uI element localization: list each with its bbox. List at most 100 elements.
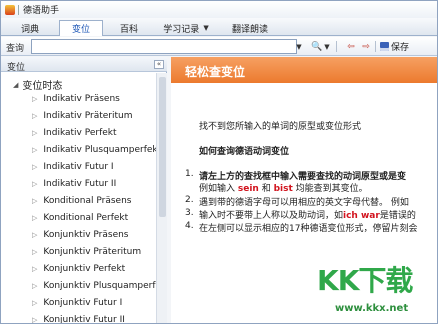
tab-conjugation[interactable]: 变位 — [59, 20, 103, 36]
chevron-down-icon: ▼ — [324, 42, 330, 51]
tree-item[interactable]: ▷ Indikativ Plusquamperfekt — [32, 145, 156, 155]
title-bar: 德语助手 — [1, 1, 437, 18]
tab-bar: 词典 变位 百科 学习记录 ▼ 翻译朗读 — [1, 18, 437, 36]
save-label: 保存 — [391, 43, 410, 53]
tab-label: 变位 — [71, 25, 90, 35]
example-word: bist — [273, 184, 293, 194]
tree-item[interactable]: ▷ Indikativ Perfekt — [32, 128, 117, 138]
tree-item-label: Indikativ Präteritum — [43, 111, 133, 121]
tree-item[interactable]: ▷ Konjunktiv Futur I — [32, 298, 122, 308]
tree-arrow-icon: ▷ — [32, 282, 38, 290]
result-content: 轻松查变位 找不到您所输入的单词的原型或变位形式 如何查询德语动词变位 1. 请… — [171, 57, 437, 323]
tree-item[interactable]: ▷ Indikativ Präteritum — [32, 111, 133, 121]
title-divider — [18, 4, 19, 15]
step-number: 2. — [185, 195, 194, 205]
step-text-suffix: 是错误的 — [379, 211, 416, 221]
search-button[interactable]: 🔍 — [311, 40, 323, 53]
tab-label: 学习记录 — [163, 24, 200, 35]
tree-root-node[interactable]: ◢ 变位时态 — [13, 77, 63, 93]
tree-root-label: 变位时态 — [22, 81, 63, 92]
tree-arrow-icon: ▷ — [32, 129, 38, 137]
floppy-disk-icon — [380, 42, 389, 51]
conjugation-tree-pane: 变位 « ◢ 变位时态 ▷ Indikativ Präsens ▷ Indikati… — [1, 57, 167, 324]
tree-item[interactable]: ▷ Konjunktiv Präteritum — [32, 247, 141, 257]
tree-item[interactable]: ▷ Konjunktiv Präsens — [32, 230, 129, 240]
back-button[interactable]: ⇦ — [345, 40, 357, 53]
tense-tree: ◢ 变位时态 ▷ Indikativ Präsens ▷ Indikativ Prä… — [1, 73, 156, 324]
tree-item-label: Konditional Perfekt — [43, 213, 129, 223]
tree-arrow-icon: ▷ — [32, 265, 38, 273]
tree-item-label: Indikativ Futur II — [43, 179, 117, 189]
chevron-down-icon: ▼ — [203, 24, 209, 32]
toolbar-divider — [375, 41, 376, 52]
example-suffix: 均能查到其变位。 — [295, 184, 368, 194]
search-dropdown-button[interactable]: ▼ — [293, 40, 305, 53]
step-text: 在左侧可以显示相应的17种德语变位形式，停留片刻会 — [199, 224, 418, 234]
tree-item[interactable]: ▷ Indikativ Präsens — [32, 94, 120, 104]
step-example: 例如输入 sein 和 bist 均能查到其变位。 — [199, 181, 368, 194]
tree-item-label: Indikativ Futur I — [43, 162, 114, 172]
tab-label: 百科 — [119, 24, 138, 35]
tree-item-label: Konjunktiv Perfekt — [43, 264, 126, 274]
save-button[interactable]: 保存 — [380, 40, 437, 53]
expand-collapse-icon[interactable]: ◢ — [13, 81, 18, 89]
chevron-down-icon: ▼ — [296, 42, 302, 51]
tree-item-label: Indikativ Präsens — [43, 94, 120, 104]
tab-learning-record[interactable]: 学习记录 ▼ — [153, 20, 219, 36]
tree-scrollbar[interactable] — [156, 73, 167, 323]
example-joiner: 和 — [261, 184, 271, 194]
collapse-pane-button[interactable]: « — [154, 60, 164, 69]
tree-item-label: Konjunktiv Plusquamperfekt — [43, 281, 156, 291]
tree-arrow-icon: ▷ — [32, 112, 38, 120]
tree-arrow-icon: ▷ — [32, 163, 38, 171]
tree-arrow-icon: ▷ — [32, 95, 38, 103]
tree-item[interactable]: ▷ Konjunktiv Perfekt — [32, 264, 125, 274]
tree-arrow-icon: ▷ — [32, 180, 38, 188]
search-input[interactable] — [31, 39, 297, 54]
tab-encyclopedia[interactable]: 百科 — [107, 20, 151, 36]
step-number: 3. — [185, 208, 194, 218]
forward-button[interactable]: ⇨ — [360, 40, 372, 53]
search-options-dropdown[interactable]: ▼ — [323, 40, 331, 53]
window-title: 德语助手 — [23, 6, 60, 16]
tree-item[interactable]: ▷ Konditional Perfekt — [32, 213, 128, 223]
step-text: 遇到带的德语字母可以用相应的英文字母代替。 例如 — [199, 198, 409, 208]
content-banner: 轻松查变位 — [171, 57, 437, 83]
search-label: 查询 — [6, 44, 25, 54]
tree-item[interactable]: ▷ Konjunktiv Plusquamperfekt — [32, 281, 156, 291]
tree-arrow-icon: ▷ — [32, 316, 38, 324]
tree-item-label: Indikativ Perfekt — [43, 128, 117, 138]
tree-item-label: Konjunktiv Präteritum — [43, 247, 142, 257]
tree-item-label: Konjunktiv Futur I — [43, 298, 123, 308]
wrong-example: ich war — [343, 211, 380, 221]
step-number: 4. — [185, 221, 194, 231]
tree-item[interactable]: ▷ Konditional Präsens — [32, 196, 132, 206]
tab-translate-read[interactable]: 翻译朗读 — [223, 20, 277, 36]
tab-label: 翻译朗读 — [231, 24, 268, 35]
tree-item-label: Konditional Präsens — [43, 196, 132, 206]
example-prefix: 例如输入 — [199, 184, 236, 194]
arrow-left-icon: ⇦ — [347, 41, 355, 52]
arrow-right-icon: ⇨ — [362, 41, 370, 52]
step-text-prefix: 输入时不要带上人称以及助动词，如 — [199, 211, 344, 221]
magnifier-icon: 🔍 — [311, 41, 323, 52]
tree-item[interactable]: ▷ Indikativ Futur II — [32, 179, 116, 189]
howto-heading: 如何查询德语动词变位 — [199, 147, 290, 157]
toolbar: 查询 ▼ 🔍 ▼ ⇦ ⇨ 保存 — [1, 37, 437, 56]
app-window: 德语助手 词典 变位 百科 学习记录 ▼ 翻译朗读 查询 ▼ 🔍 ▼ ⇦ ⇨ 保… — [0, 0, 438, 324]
app-logo-icon — [5, 4, 15, 15]
tab-dictionary[interactable]: 词典 — [5, 20, 55, 36]
tree-item[interactable]: ▷ Konjunktiv Futur II — [32, 315, 125, 324]
tree-arrow-icon: ▷ — [32, 214, 38, 222]
step-text: 输入时不要带上人称以及助动词，如ich war是错误的 — [199, 208, 416, 221]
tree-item[interactable]: ▷ Indikativ Futur I — [32, 162, 114, 172]
pane-header: 变位 « — [1, 57, 167, 73]
tree-item-label: Konjunktiv Futur II — [43, 315, 125, 324]
step-number: 1. — [185, 169, 194, 179]
not-found-message: 找不到您所输入的单词的原型或变位形式 — [199, 122, 362, 132]
scrollbar-thumb[interactable] — [159, 77, 166, 217]
tree-item-label: Indikativ Plusquamperfekt — [43, 145, 156, 155]
toolbar-divider — [336, 41, 337, 52]
banner-title: 轻松查变位 — [185, 65, 246, 79]
tree-arrow-icon: ▷ — [32, 248, 38, 256]
